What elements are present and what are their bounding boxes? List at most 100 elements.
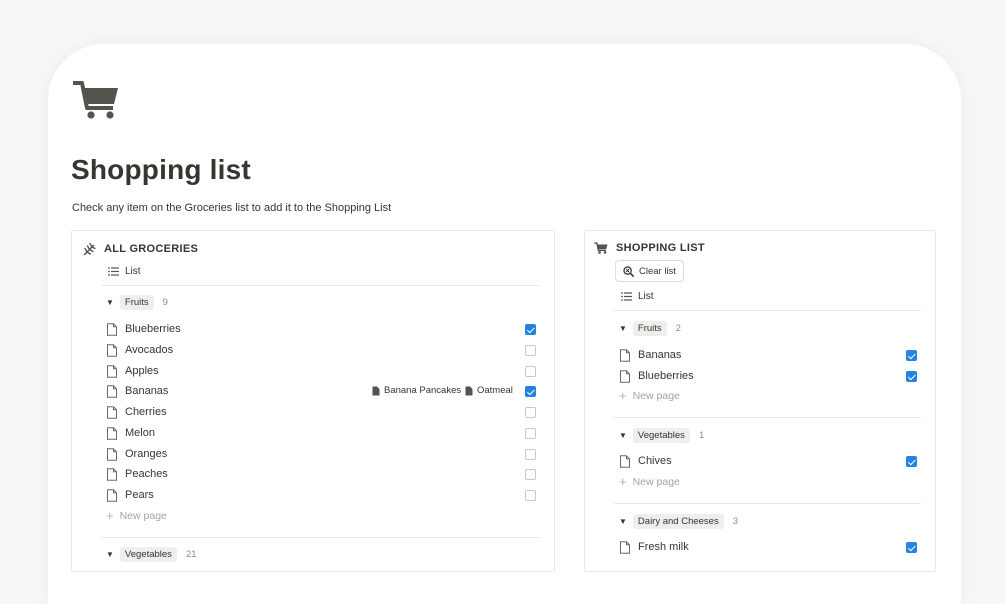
add-to-shopping-checkbox[interactable] <box>525 386 536 397</box>
group-name: Fruits <box>632 321 667 336</box>
new-page-label: New page <box>632 389 680 402</box>
shopping-cart-icon <box>594 242 608 254</box>
in-shopping-checkbox[interactable] <box>906 350 917 361</box>
list-item[interactable]: Bananas <box>619 346 681 364</box>
new-page-button[interactable]: + New page <box>106 509 167 522</box>
group-name: Vegetables <box>119 547 177 562</box>
page-icon <box>107 426 117 440</box>
new-page-label: New page <box>119 509 167 522</box>
list-item[interactable]: Peaches <box>106 465 168 483</box>
group-name: Vegetables <box>632 428 690 443</box>
group-count: 1 <box>698 430 705 441</box>
page-icon <box>620 540 630 554</box>
group-header-fruits[interactable]: ▼ Fruits 2 <box>619 321 681 336</box>
group-header-fruits[interactable]: ▼ Fruits 9 <box>106 295 168 310</box>
groceries-header[interactable]: ALL GROCERIES <box>82 242 198 256</box>
list-item[interactable]: Chives <box>619 452 672 470</box>
add-to-shopping-checkbox[interactable] <box>525 449 536 460</box>
add-to-shopping-checkbox[interactable] <box>525 407 536 418</box>
caret-down-icon[interactable]: ▼ <box>619 324 627 333</box>
item-name: Chives <box>638 455 672 467</box>
item-name: Pears <box>125 489 154 501</box>
item-name: Peaches <box>125 468 168 480</box>
list-item[interactable]: Apples <box>106 362 159 380</box>
list-item[interactable]: Bananas <box>106 382 168 400</box>
divider <box>614 310 921 311</box>
item-name: Blueberries <box>638 370 694 382</box>
page-icon <box>107 364 117 378</box>
add-to-shopping-checkbox[interactable] <box>525 345 536 356</box>
add-to-shopping-checkbox[interactable] <box>525 469 536 480</box>
page-description: Check any item on the Groceries list to … <box>72 202 392 214</box>
list-icon <box>108 267 119 276</box>
view-tab-label: List <box>125 266 141 277</box>
add-to-shopping-checkbox[interactable] <box>525 366 536 377</box>
caret-down-icon[interactable]: ▼ <box>106 298 114 307</box>
group-header-vegetables[interactable]: ▼ Vegetables 1 <box>619 428 704 443</box>
shopping-list-title: SHOPPING LIST <box>616 242 705 254</box>
page-icon <box>107 322 117 336</box>
item-name: Cherries <box>125 406 167 418</box>
add-to-shopping-checkbox[interactable] <box>525 490 536 501</box>
page-icon <box>107 447 117 461</box>
page-icon <box>107 343 117 357</box>
relation-link[interactable]: Banana Pancakes <box>372 385 461 396</box>
caret-down-icon[interactable]: ▼ <box>619 517 627 526</box>
page-icon <box>620 348 630 362</box>
relation-link[interactable]: Oatmeal <box>465 385 513 396</box>
in-shopping-checkbox[interactable] <box>906 371 917 382</box>
in-shopping-checkbox[interactable] <box>906 542 917 553</box>
list-item[interactable]: Blueberries <box>106 320 181 338</box>
list-item[interactable]: Fresh milk <box>619 538 689 556</box>
groceries-title: ALL GROCERIES <box>104 243 199 255</box>
item-name: Melon <box>125 427 155 439</box>
plus-icon: + <box>619 474 627 489</box>
page-icon <box>107 384 117 398</box>
group-count: 3 <box>732 516 739 527</box>
caret-down-icon[interactable]: ▼ <box>619 431 627 440</box>
item-name: Apples <box>125 365 159 377</box>
list-item[interactable]: Melon <box>106 424 155 442</box>
group-header-dairy-and-cheeses[interactable]: ▼ Dairy and Cheeses 3 <box>619 514 738 529</box>
clear-list-label: Clear list <box>639 265 676 277</box>
item-name: Avocados <box>125 344 174 356</box>
new-page-label: New page <box>632 475 680 488</box>
view-tab-label: List <box>638 291 654 302</box>
clear-list-button[interactable]: Clear list <box>615 260 684 282</box>
shopping-list-header[interactable]: SHOPPING LIST <box>594 242 705 254</box>
add-to-shopping-checkbox[interactable] <box>525 428 536 439</box>
group-count: 2 <box>675 323 681 334</box>
divider <box>614 417 921 418</box>
list-item[interactable]: Oranges <box>106 445 167 463</box>
page-icon <box>107 405 117 419</box>
add-to-shopping-checkbox[interactable] <box>525 324 536 335</box>
group-header-vegetables[interactable]: ▼ Vegetables 21 <box>106 547 197 562</box>
magnifier-clear-icon <box>623 265 634 277</box>
list-item[interactable]: Blueberries <box>619 367 694 385</box>
page-icon <box>620 369 630 383</box>
new-page-button[interactable]: + New page <box>619 389 680 402</box>
list-item[interactable]: Pears <box>106 486 154 504</box>
list-item[interactable]: Cherries <box>106 403 167 421</box>
page-icon <box>620 454 630 468</box>
page-icon <box>372 386 380 395</box>
group-name: Dairy and Cheeses <box>632 514 724 529</box>
item-name: Bananas <box>638 349 682 361</box>
in-shopping-checkbox[interactable] <box>906 456 917 467</box>
groceries-view-tab-list[interactable]: List <box>108 266 141 277</box>
shopping-cart-icon[interactable] <box>72 80 120 120</box>
divider <box>101 285 540 286</box>
list-item[interactable]: Avocados <box>106 341 173 359</box>
new-page-button[interactable]: + New page <box>619 475 680 488</box>
wheat-icon <box>83 242 96 256</box>
page-icon <box>465 386 473 395</box>
plus-icon: + <box>619 388 627 403</box>
shopping-view-tab-list[interactable]: List <box>621 291 654 302</box>
divider <box>101 537 540 538</box>
group-count: 9 <box>162 297 168 308</box>
plus-icon: + <box>106 508 114 523</box>
relation-label: Banana Pancakes <box>384 385 462 396</box>
caret-down-icon[interactable]: ▼ <box>106 550 114 559</box>
group-name: Fruits <box>119 295 154 310</box>
item-name: Fresh milk <box>638 541 689 553</box>
